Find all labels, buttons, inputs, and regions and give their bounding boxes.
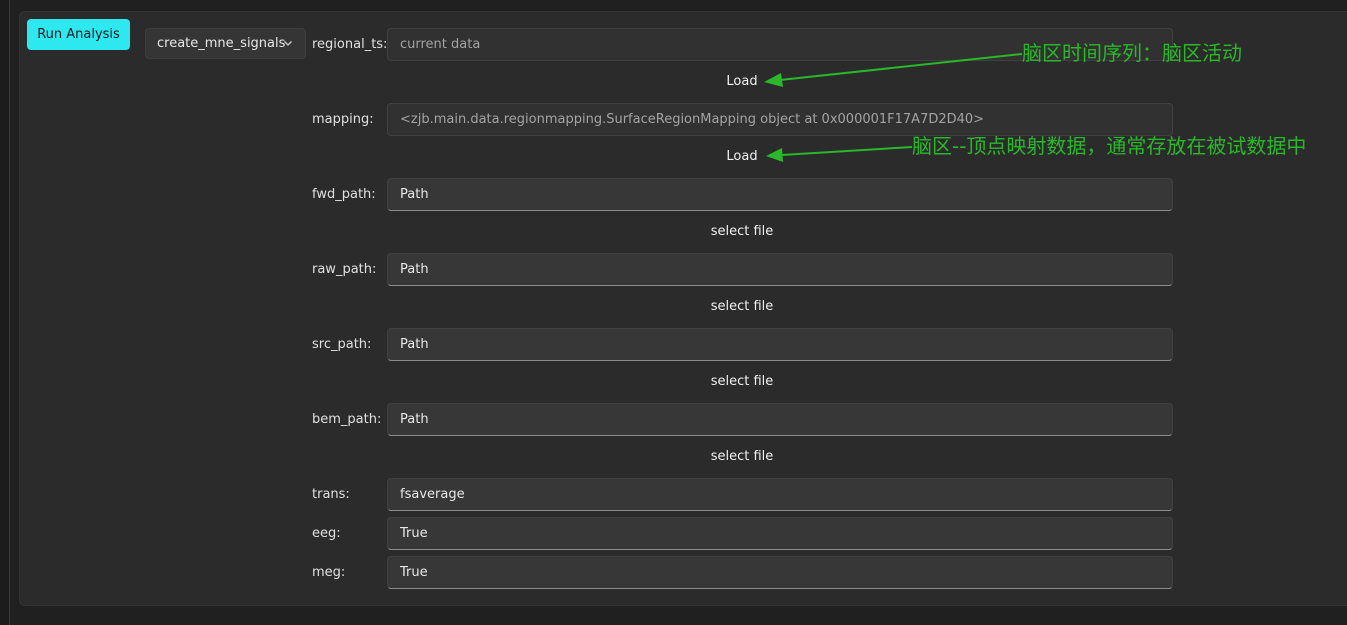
regional-ts-annotation: 脑区时间序列：脑区活动 xyxy=(1022,41,1242,65)
regional-ts-arrow xyxy=(764,53,1023,87)
mapping-arrow xyxy=(766,146,913,162)
mapping-annotation: 脑区--顶点映射数据，通常存放在被试数据中 xyxy=(912,134,1307,158)
annotation-arrows xyxy=(764,53,1023,162)
